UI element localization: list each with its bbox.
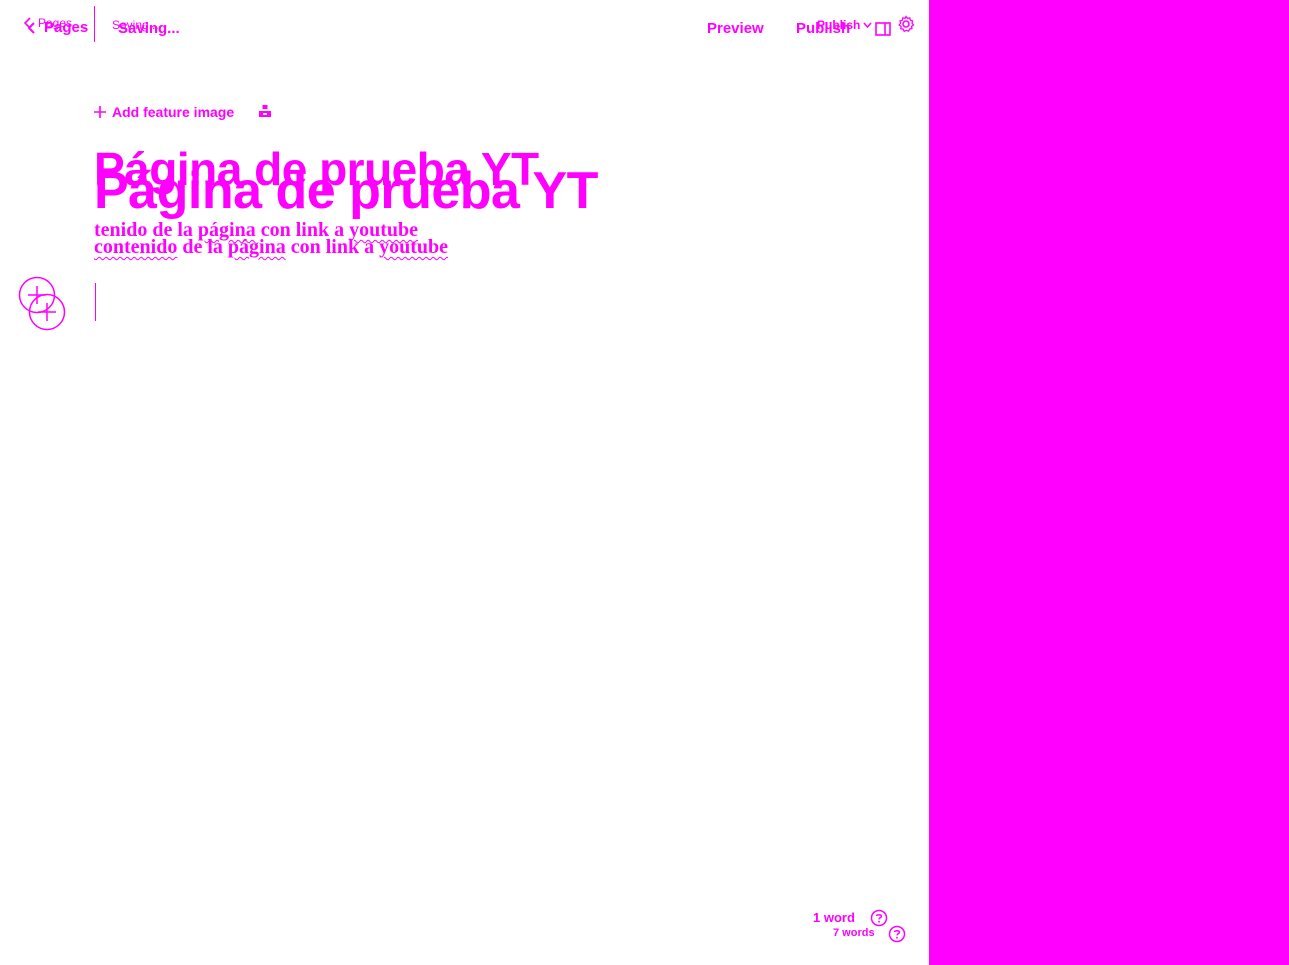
back-to-pages-link-ghost[interactable]: Pages [28,19,88,36]
plus-circle-icon[interactable] [28,293,66,331]
header-divider [94,6,95,42]
preview-button[interactable]: Preview [707,20,764,37]
side-panel-icon[interactable] [875,22,891,36]
body-word-misspelled: youtube [379,236,448,258]
word-count-ghost: 1 word [813,910,855,925]
help-icon[interactable] [870,909,888,927]
body-word: con link a [290,236,375,258]
publish-label: Publish [817,18,861,32]
settings-side-panel [929,0,1289,965]
save-status-ghost: Saving... [118,20,180,37]
word-count: 7 words [833,927,875,939]
post-body-line[interactable]: contenido de la página con link a youtub… [94,236,448,259]
body-word-misspelled: página [227,236,286,258]
add-feature-image-button[interactable]: Add feature image [94,104,234,120]
post-title[interactable]: Página de prueba YT [94,161,598,221]
help-icon[interactable] [888,925,906,943]
chevron-left-icon [28,21,35,34]
gear-icon[interactable] [897,15,915,33]
publish-button[interactable]: Publish [817,18,872,32]
body-word-misspelled: contenido [94,236,178,258]
back-label: Pages [44,19,89,36]
image-icon[interactable] [258,104,272,118]
chevron-down-icon [863,22,872,28]
add-feature-image-label: Add feature image [112,104,235,120]
body-word: de la [182,236,223,258]
plus-icon [94,106,106,118]
text-cursor [95,283,96,321]
